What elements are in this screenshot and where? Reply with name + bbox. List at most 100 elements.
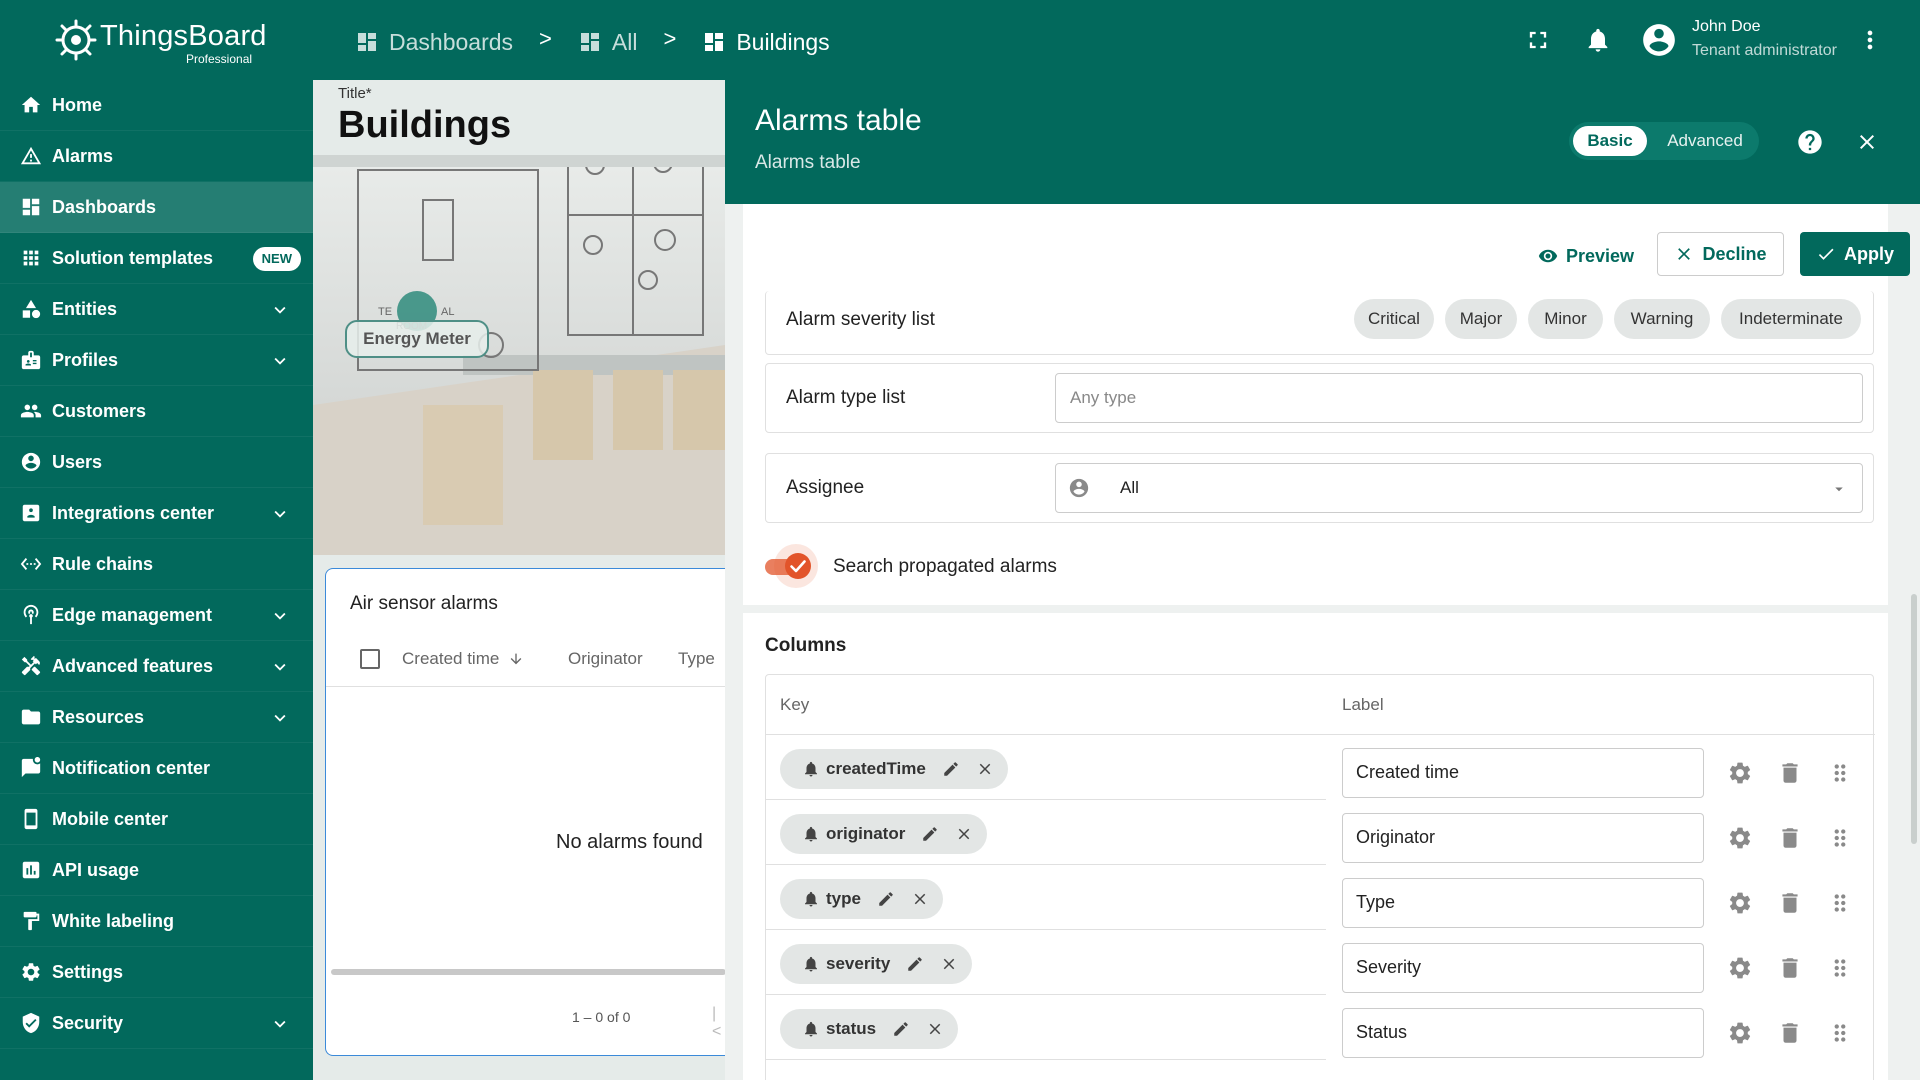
gear-icon[interactable] [1727, 955, 1753, 981]
sidebar-item-integrations-center[interactable]: Integrations center [0, 488, 313, 539]
chevron-down-icon[interactable] [269, 656, 291, 678]
building-image-widget[interactable]: TE AL ROOM Energy Meter [313, 155, 725, 555]
search-propagated-toggle[interactable] [765, 544, 831, 588]
column-label-input[interactable]: Originator [1342, 813, 1704, 863]
sidebar-item-home[interactable]: Home [0, 80, 313, 131]
sidebar-item-security[interactable]: Security [0, 998, 313, 1049]
sidebar-item-resources[interactable]: Resources [0, 692, 313, 743]
sidebar-item-rule-chains[interactable]: Rule chains [0, 539, 313, 590]
sidebar-item-profiles[interactable]: Profiles [0, 335, 313, 386]
sidebar-item-edge-management[interactable]: Edge management [0, 590, 313, 641]
delete-icon[interactable] [1777, 1020, 1803, 1046]
energy-meter-button[interactable]: Energy Meter [345, 320, 489, 358]
sidebar-item-mobile-center[interactable]: Mobile center [0, 794, 313, 845]
user-name[interactable]: John Doe [1692, 18, 1761, 36]
drag-handle-icon[interactable] [1827, 825, 1853, 851]
gear-icon[interactable] [1727, 760, 1753, 786]
edit-icon[interactable] [906, 955, 924, 973]
help-icon[interactable] [1796, 128, 1824, 156]
column-key-chip[interactable]: status [780, 1009, 959, 1049]
chevron-down-icon[interactable] [269, 350, 291, 372]
alarm-type-input[interactable]: Any type [1055, 373, 1863, 423]
sidebar-item-label: API usage [52, 859, 140, 880]
panel-scrollbar[interactable] [1911, 594, 1917, 844]
editor-actions: Preview Decline Apply [743, 204, 1910, 292]
alarm-severity-label: Alarm severity list [786, 309, 935, 330]
gear-icon[interactable] [1727, 890, 1753, 916]
dashboard-title[interactable]: Buildings [338, 104, 511, 147]
edit-icon[interactable] [877, 890, 895, 908]
drag-handle-icon[interactable] [1827, 955, 1853, 981]
severity-chip-minor[interactable]: Minor [1528, 299, 1603, 339]
column-label-input[interactable]: Status [1342, 1008, 1704, 1058]
sidebar-item-users[interactable]: Users [0, 437, 313, 488]
select-all-checkbox[interactable] [360, 649, 380, 669]
column-label-input[interactable]: Type [1342, 878, 1704, 928]
drag-handle-icon[interactable] [1827, 1020, 1853, 1046]
delete-icon[interactable] [1777, 955, 1803, 981]
sidebar-item-dashboards[interactable]: Dashboards [0, 182, 313, 233]
horizontal-scrollbar[interactable] [331, 969, 726, 975]
severity-chip-major[interactable]: Major [1445, 299, 1517, 339]
account-circle-icon[interactable] [1640, 21, 1678, 59]
chevron-down-icon[interactable] [269, 1013, 291, 1035]
chevron-down-icon[interactable] [269, 503, 291, 525]
column-label-input[interactable]: Severity [1342, 943, 1704, 993]
severity-chip-warning[interactable]: Warning [1614, 299, 1710, 339]
column-label-input[interactable]: Created time [1342, 748, 1704, 798]
assignee-select[interactable]: All [1055, 463, 1863, 513]
column-key-chip[interactable]: type [780, 879, 943, 919]
advanced-mode-button[interactable]: Advanced [1655, 126, 1755, 156]
gear-icon[interactable] [1727, 1020, 1753, 1046]
edit-icon[interactable] [921, 825, 939, 843]
sidebar-item-settings[interactable]: Settings [0, 947, 313, 998]
sidebar-item-notification-center[interactable]: Notification center [0, 743, 313, 794]
notifications-bell-icon[interactable] [1584, 26, 1612, 54]
column-key-chip[interactable]: severity [780, 944, 973, 984]
chevron-down-icon[interactable] [269, 605, 291, 627]
column-row: type Type [766, 865, 1875, 930]
decline-button[interactable]: Decline [1657, 232, 1784, 276]
edit-icon[interactable] [892, 1020, 910, 1038]
edit-icon[interactable] [942, 760, 960, 778]
sidebar-item-entities[interactable]: Entities [0, 284, 313, 335]
breadcrumb-dashboards[interactable]: Dashboards [355, 29, 513, 56]
severity-chip-indeterminate[interactable]: Indeterminate [1721, 299, 1861, 339]
remove-icon[interactable] [976, 760, 994, 778]
column-header-created-time[interactable]: Created time [402, 649, 524, 669]
chevron-down-icon[interactable] [269, 707, 291, 729]
remove-icon[interactable] [911, 890, 929, 908]
sidebar-item-advanced-features[interactable]: Advanced features [0, 641, 313, 692]
column-header-type[interactable]: Type [678, 649, 715, 669]
delete-icon[interactable] [1777, 890, 1803, 916]
breadcrumb-buildings[interactable]: Buildings [702, 29, 830, 56]
basic-mode-button[interactable]: Basic [1573, 126, 1647, 156]
apply-button[interactable]: Apply [1800, 232, 1910, 276]
assignee-value: All [1120, 478, 1139, 497]
remove-icon[interactable] [955, 825, 973, 843]
delete-icon[interactable] [1777, 825, 1803, 851]
sidebar-item-customers[interactable]: Customers [0, 386, 313, 437]
sidebar-item-white-labeling[interactable]: White labeling [0, 896, 313, 947]
column-key-chip[interactable]: createdTime [780, 749, 1008, 789]
sidebar-item-solution-templates[interactable]: Solution templates NEW [0, 233, 313, 284]
close-icon[interactable] [1855, 130, 1879, 154]
gear-icon[interactable] [1727, 825, 1753, 851]
drag-handle-icon[interactable] [1827, 890, 1853, 916]
more-vert-icon[interactable] [1856, 26, 1884, 54]
remove-icon[interactable] [940, 955, 958, 973]
column-key-chip[interactable]: originator [780, 814, 988, 854]
fullscreen-icon[interactable] [1524, 26, 1552, 54]
sidebar-item-api-usage[interactable]: API usage [0, 845, 313, 896]
breadcrumb-all[interactable]: All [578, 29, 637, 56]
preview-button[interactable]: Preview [1538, 234, 1634, 278]
remove-icon[interactable] [926, 1020, 944, 1038]
logo[interactable]: ThingsBoard Professional [50, 14, 270, 70]
column-header-originator[interactable]: Originator [568, 649, 643, 669]
drag-handle-icon[interactable] [1827, 760, 1853, 786]
first-page-icon[interactable]: |< [712, 1005, 725, 1041]
chevron-down-icon[interactable] [269, 299, 291, 321]
delete-icon[interactable] [1777, 760, 1803, 786]
severity-chip-critical[interactable]: Critical [1354, 299, 1434, 339]
sidebar-item-alarms[interactable]: Alarms [0, 131, 313, 182]
